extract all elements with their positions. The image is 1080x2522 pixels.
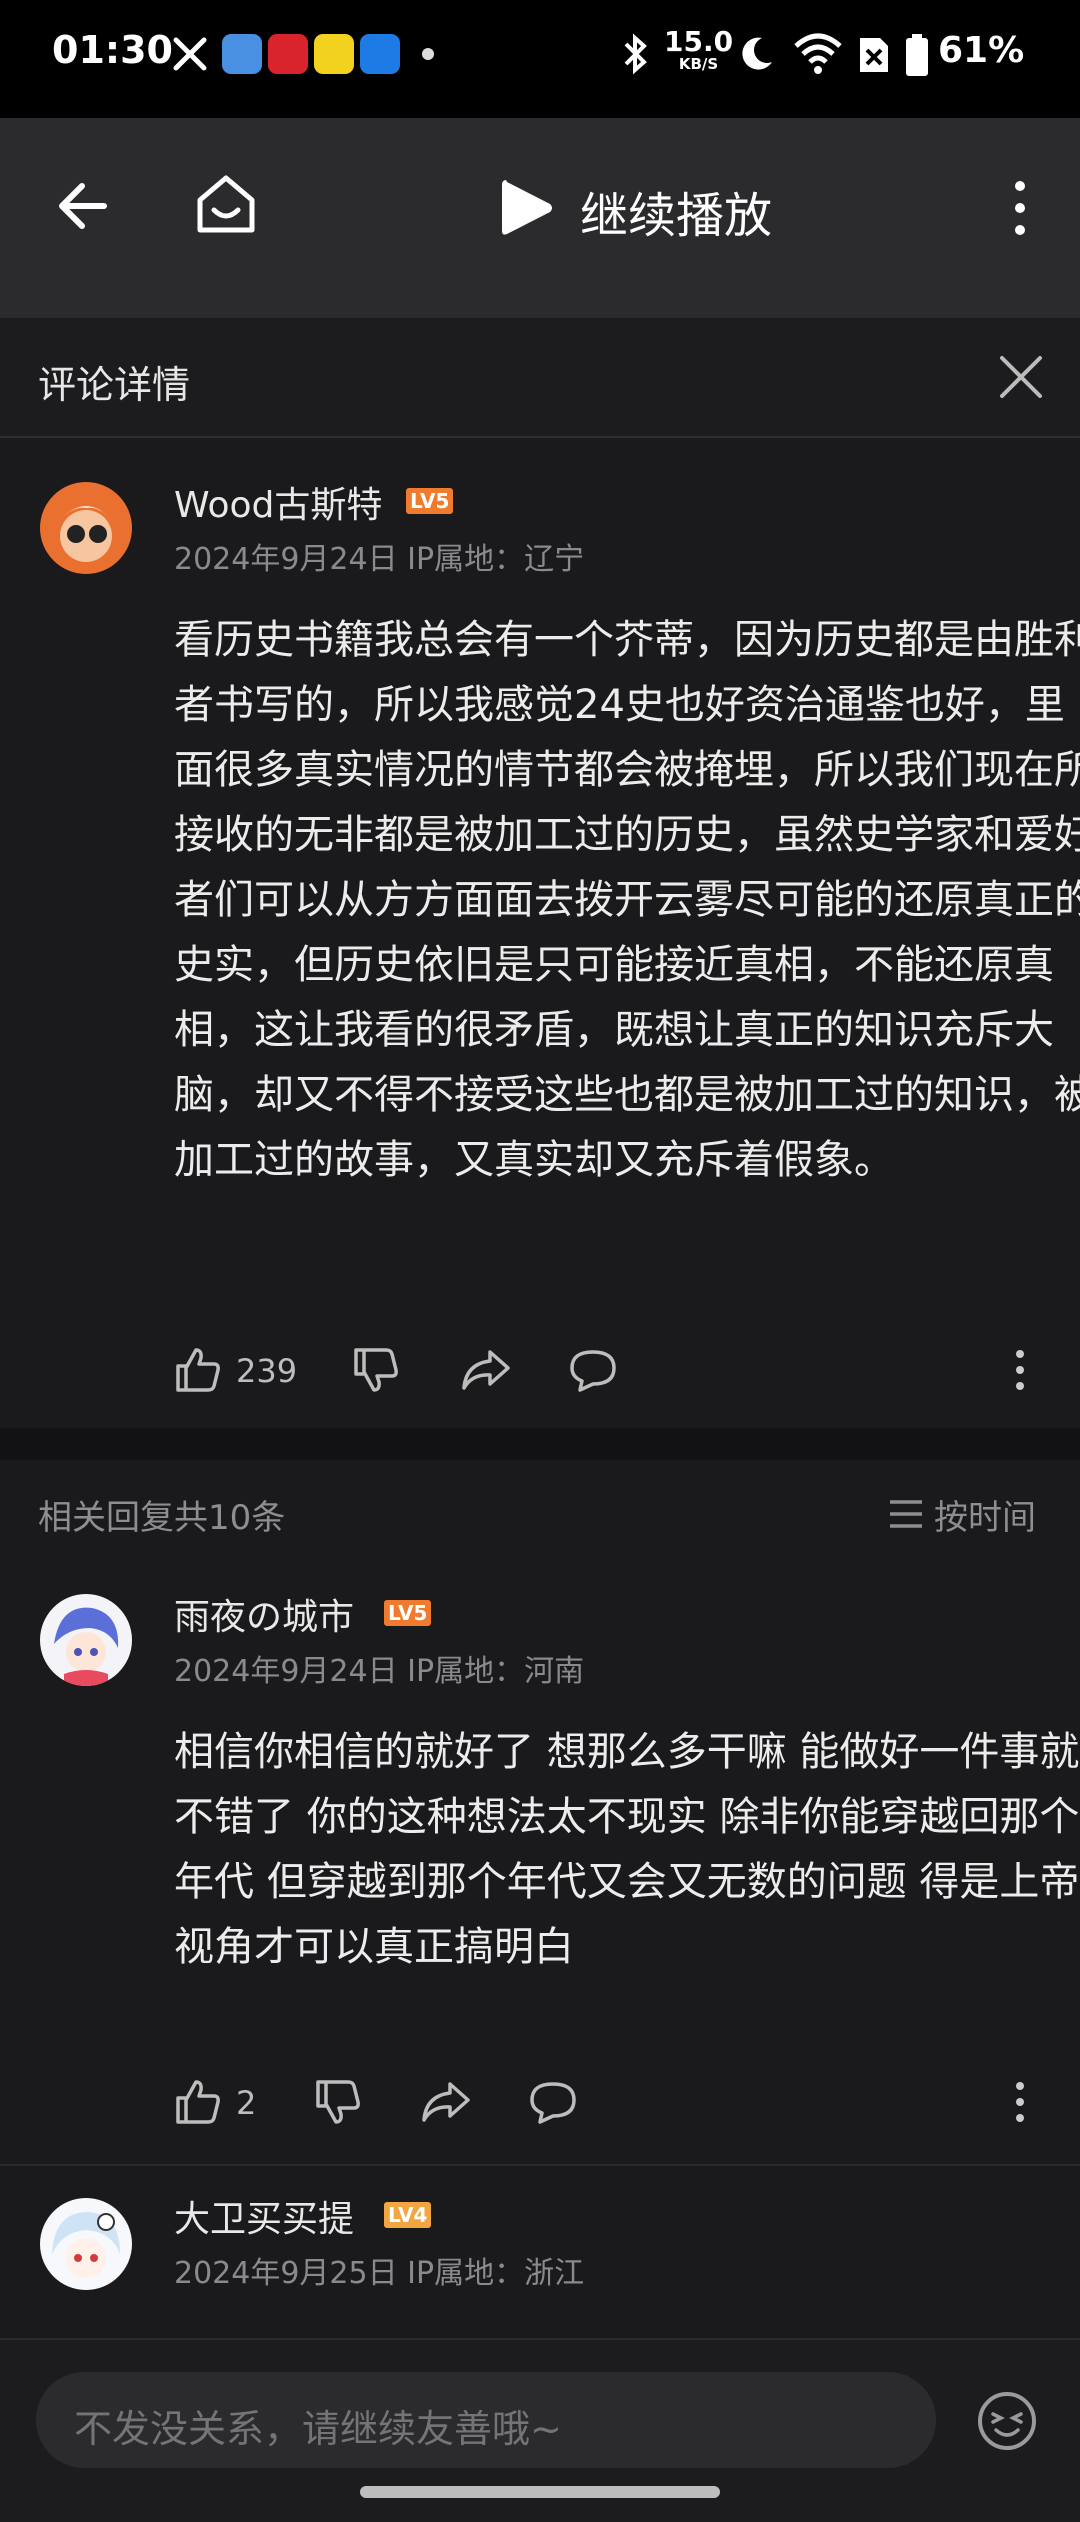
continue-play-label: 继续播放 <box>580 188 773 244</box>
like-button[interactable]: 2 <box>174 2074 274 2130</box>
comment-icon[interactable] <box>568 1346 618 1394</box>
finance-app-icon <box>268 34 308 74</box>
comment-input[interactable]: 不发没关系，请继续友善哦~ <box>36 2372 936 2468</box>
comment-text: 相信你相信的就好了 想那么多干嘛 能做好一件事就不错了 你的这种想法太不现实 除… <box>174 1729 1080 1970</box>
back-arrow-icon[interactable] <box>54 176 114 236</box>
comment-meta: 2024年9月24日 IP属地：辽宁 <box>174 542 585 577</box>
close-icon[interactable] <box>998 354 1044 400</box>
sim-off-icon <box>860 38 888 72</box>
sort-list-icon <box>890 1500 922 1528</box>
comment-meta: 2024年9月24日 IP属地：河南 <box>174 1654 585 1689</box>
play-icon <box>502 180 552 235</box>
avatar[interactable] <box>40 1594 132 1686</box>
net-speed: 15.0 KB/S <box>664 25 734 73</box>
username[interactable]: 雨夜の城市 <box>174 1588 354 1640</box>
dislike-icon[interactable] <box>314 2078 362 2126</box>
wifi-icon <box>794 33 842 74</box>
page-title: 评论详情 <box>38 363 191 407</box>
battery-percent: 61% <box>938 30 1025 71</box>
comment-detail-header: 评论详情 <box>0 318 1080 438</box>
browser-app-icon <box>360 34 400 74</box>
weather-app-icon <box>222 34 262 74</box>
home-indicator[interactable] <box>360 2486 720 2498</box>
more-notifications-icon <box>422 48 434 60</box>
share-icon[interactable] <box>420 2078 472 2126</box>
status-bar: 01:30 15.0 KB/S 61% <box>0 0 1080 118</box>
level-badge: LV5 <box>406 488 454 514</box>
like-button[interactable]: 239 <box>174 1342 304 1398</box>
level-badge: LV4 <box>384 2202 432 2228</box>
username[interactable]: 大卫买买提 <box>174 2190 354 2242</box>
comment-more-icon[interactable] <box>1006 1346 1034 1394</box>
level-badge: LV5 <box>384 1600 432 1626</box>
like-icon <box>176 1348 220 1392</box>
home-icon[interactable] <box>194 172 258 236</box>
video-app-icon <box>314 34 354 74</box>
comment-input-placeholder: 不发没关系，请继续友善哦~ <box>74 2407 562 2451</box>
dislike-icon[interactable] <box>352 1346 400 1394</box>
moon-icon <box>742 37 772 70</box>
comment-text: 看历史书籍我总会有一个芥蒂，因为历史都是由胜利者书写的，所以我感觉24史也好资治… <box>174 617 1080 1183</box>
top-nav-bar: 继续播放 <box>0 118 1080 318</box>
sort-label: 按时间 <box>934 1498 1036 1538</box>
x-app-icon <box>173 37 207 71</box>
reply-count-label: 相关回复共10条 <box>38 1498 286 1538</box>
main-comment: Wood古斯特 LV5 2024年9月24日 IP属地：辽宁 看历史书籍我总会有… <box>0 438 1080 1428</box>
share-icon[interactable] <box>460 1346 512 1394</box>
like-count: 239 <box>236 1352 298 1390</box>
comment-meta: 2024年9月25日 IP属地：浙江 <box>174 2256 585 2291</box>
reply-item: 大卫买买提 LV4 2024年9月25日 IP属地：浙江 <box>0 2166 1080 2338</box>
status-time: 01:30 <box>52 28 173 72</box>
comment-icon[interactable] <box>528 2078 578 2126</box>
avatar[interactable] <box>40 482 132 574</box>
like-icon <box>176 2080 220 2124</box>
like-count: 2 <box>236 2084 257 2122</box>
section-divider <box>0 1428 1080 1460</box>
more-vert-icon[interactable] <box>1000 176 1040 240</box>
comment-more-icon[interactable] <box>1006 2078 1034 2126</box>
bluetooth-icon <box>624 33 647 75</box>
battery-icon <box>906 34 928 76</box>
username[interactable]: Wood古斯特 <box>174 476 382 528</box>
avatar[interactable] <box>40 2198 132 2290</box>
reply-item: 雨夜の城市 LV5 2024年9月24日 IP属地：河南 相信你相信的就好了 想… <box>0 1570 1080 2164</box>
emoji-icon[interactable] <box>976 2390 1038 2452</box>
